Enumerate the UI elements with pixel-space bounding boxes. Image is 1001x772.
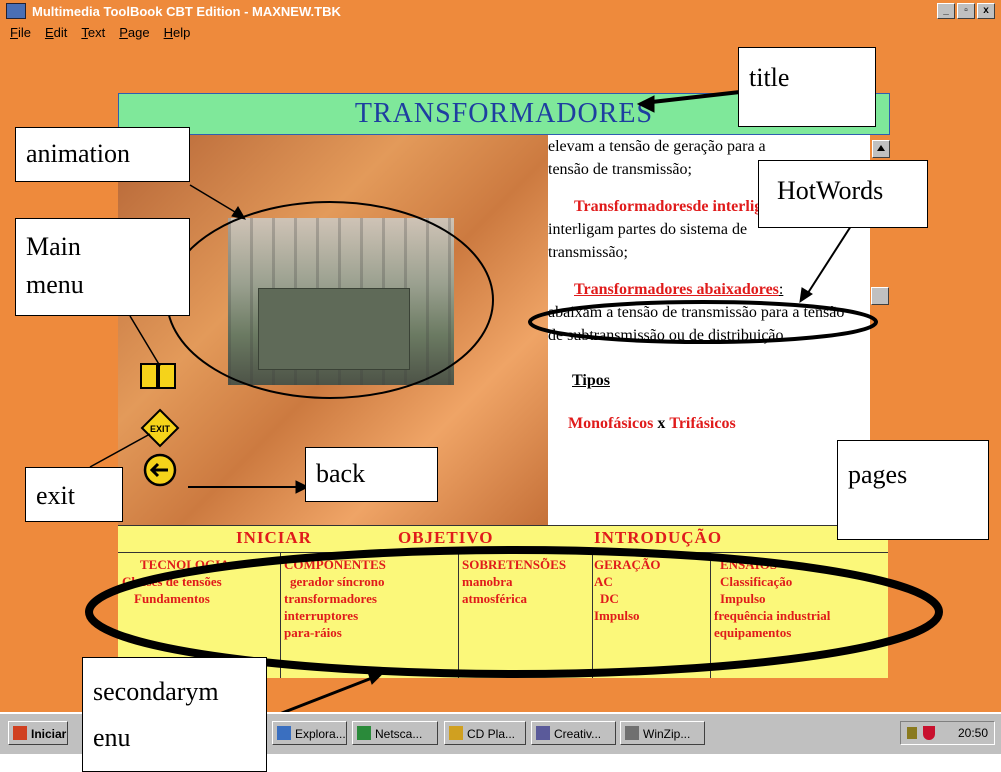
col-header[interactable]: GERAÇÃO [594,556,660,573]
menu-page[interactable]: Page [119,25,149,40]
col-item[interactable]: atmosférica [462,590,566,607]
col-item[interactable]: Fundamentos [122,590,230,607]
col-item[interactable]: frequência industrial [714,607,830,624]
hotword-trifasicos[interactable]: Trifásicos [669,415,735,432]
secondary-col-sobretensoes: SOBRETENSÕES manobra atmosférica [462,556,566,607]
text-abaixadores-body: abaixam a tensão de transmissão para a t… [548,304,845,344]
taskbar-label: WinZip... [643,727,691,741]
hotword-monofasicos[interactable]: Monofásicos [568,415,653,432]
col-item[interactable]: para-ráios [284,624,386,641]
annotation-title: title [738,47,876,127]
menu-text[interactable]: Text [81,25,105,40]
annotation-secondary-menu: secondarym enu [82,657,267,772]
col-item[interactable]: Classificação [714,573,830,590]
annotation-secondary-text-2: enu [93,723,131,752]
col-item[interactable]: manobra [462,573,566,590]
taskbar-label: Netsca... [375,727,423,741]
annotation-exit: exit [25,467,123,522]
taskbar-netscape[interactable]: Netsca... [352,721,438,745]
netscape-icon [357,726,371,740]
col-item[interactable]: transformadores [284,590,386,607]
start-button[interactable]: Iniciar [8,721,68,745]
col-header[interactable]: COMPONENTES [284,556,386,573]
text-line-1: elevam a tensão de geração para a [548,138,766,155]
col-item[interactable]: equipamentos [714,624,830,641]
menu-help[interactable]: Help [164,25,191,40]
annotation-title-text: title [749,63,790,92]
col-header[interactable]: TECNOLOGIA [122,556,230,573]
taskbar-explorer[interactable]: Explora... [272,721,347,745]
annotation-hotwords-text: HotWords [777,176,884,205]
annotation-secondary-text-1: secondarym [93,677,219,706]
col-item[interactable]: Impulso [594,607,660,624]
taskbar-creative[interactable]: Creativ... [531,721,616,745]
taskbar-cdplayer[interactable]: CD Pla... [444,721,526,745]
winzip-icon [625,726,639,740]
system-tray: 20:50 [900,721,995,745]
annotation-animation: animation [15,127,190,182]
secondary-col-geracao: GERAÇÃO AC DC Impulso [594,556,660,624]
col-item[interactable]: Classes de tensões [122,573,230,590]
annotation-pages-text: pages [848,460,908,489]
col-header[interactable]: ENSAIOS [714,556,830,573]
scroll-up-button[interactable] [872,140,890,158]
explorer-icon [277,726,291,740]
annotation-main-menu: Main menu [15,218,190,316]
menu-bar: File Edit Text Page Help [0,22,1001,42]
tipos-heading: Tipos [572,372,610,389]
col-item[interactable]: DC [594,590,660,607]
secondary-col-componentes: COMPONENTES gerador síncrono transformad… [284,556,386,641]
secondary-menu-top: INICIAR OBJETIVO INTRODUÇÃO [118,526,888,553]
taskbar-label: Creativ... [554,727,602,741]
menu-introducao[interactable]: INTRODUÇÃO [594,528,722,548]
creative-icon [536,726,550,740]
speaker-icon[interactable] [907,727,917,739]
clock[interactable]: 20:50 [958,726,988,740]
secondary-col-tecnologia: TECNOLOGIA Classes de tensões Fundamento… [122,556,230,607]
antivirus-icon[interactable] [923,726,935,740]
text-interligacao-body: interligam partes do sistema de transmis… [548,221,748,261]
secondary-menu: INICIAR OBJETIVO INTRODUÇÃO TECNOLOGIA C… [118,525,888,678]
secondary-col-ensaios: ENSAIOS Classificação Impulso frequência… [714,556,830,641]
transformer-photo [228,218,454,385]
taskbar-label: CD Pla... [467,727,516,741]
col-header[interactable]: SOBRETENSÕES [462,556,566,573]
menu-edit[interactable]: Edit [45,25,67,40]
x-separator: x [657,415,666,432]
page-title: TRANSFORMADORES [354,98,654,129]
menu-file[interactable]: File [10,25,31,40]
col-item[interactable]: Impulso [714,590,830,607]
annotation-exit-text: exit [36,481,75,510]
app-icon [6,3,26,19]
annotation-back: back [305,447,438,502]
annotation-animation-text: animation [26,139,130,168]
menu-iniciar[interactable]: INICIAR [236,528,312,548]
maximize-button[interactable]: ▫ [957,3,975,19]
annotation-hotwords: HotWords [758,160,928,228]
colon: : [778,281,784,298]
start-label: Iniciar [31,727,67,741]
col-item[interactable]: interruptores [284,607,386,624]
cd-player-icon [449,726,463,740]
menu-objetivo[interactable]: OBJETIVO [398,528,494,548]
start-icon [13,726,27,740]
window-title-bar: Multimedia ToolBook CBT Edition - MAXNEW… [0,0,1001,22]
col-item[interactable]: gerador síncrono [284,573,386,590]
taskbar-label: Explora... [295,727,346,741]
annotation-main-menu-text-2: menu [26,270,84,299]
scroll-thumb[interactable] [871,287,889,305]
window-title: Multimedia ToolBook CBT Edition - MAXNEW… [32,3,341,19]
hotword-abaixadores[interactable]: Transformadores abaixadores [574,281,779,298]
col-item[interactable]: AC [594,573,660,590]
taskbar-winzip[interactable]: WinZip... [620,721,705,745]
annotation-main-menu-text-1: Main [26,232,81,261]
annotation-pages: pages [837,440,989,540]
minimize-button[interactable]: _ [937,3,955,19]
close-button[interactable]: x [977,3,995,19]
annotation-back-text: back [316,459,366,488]
